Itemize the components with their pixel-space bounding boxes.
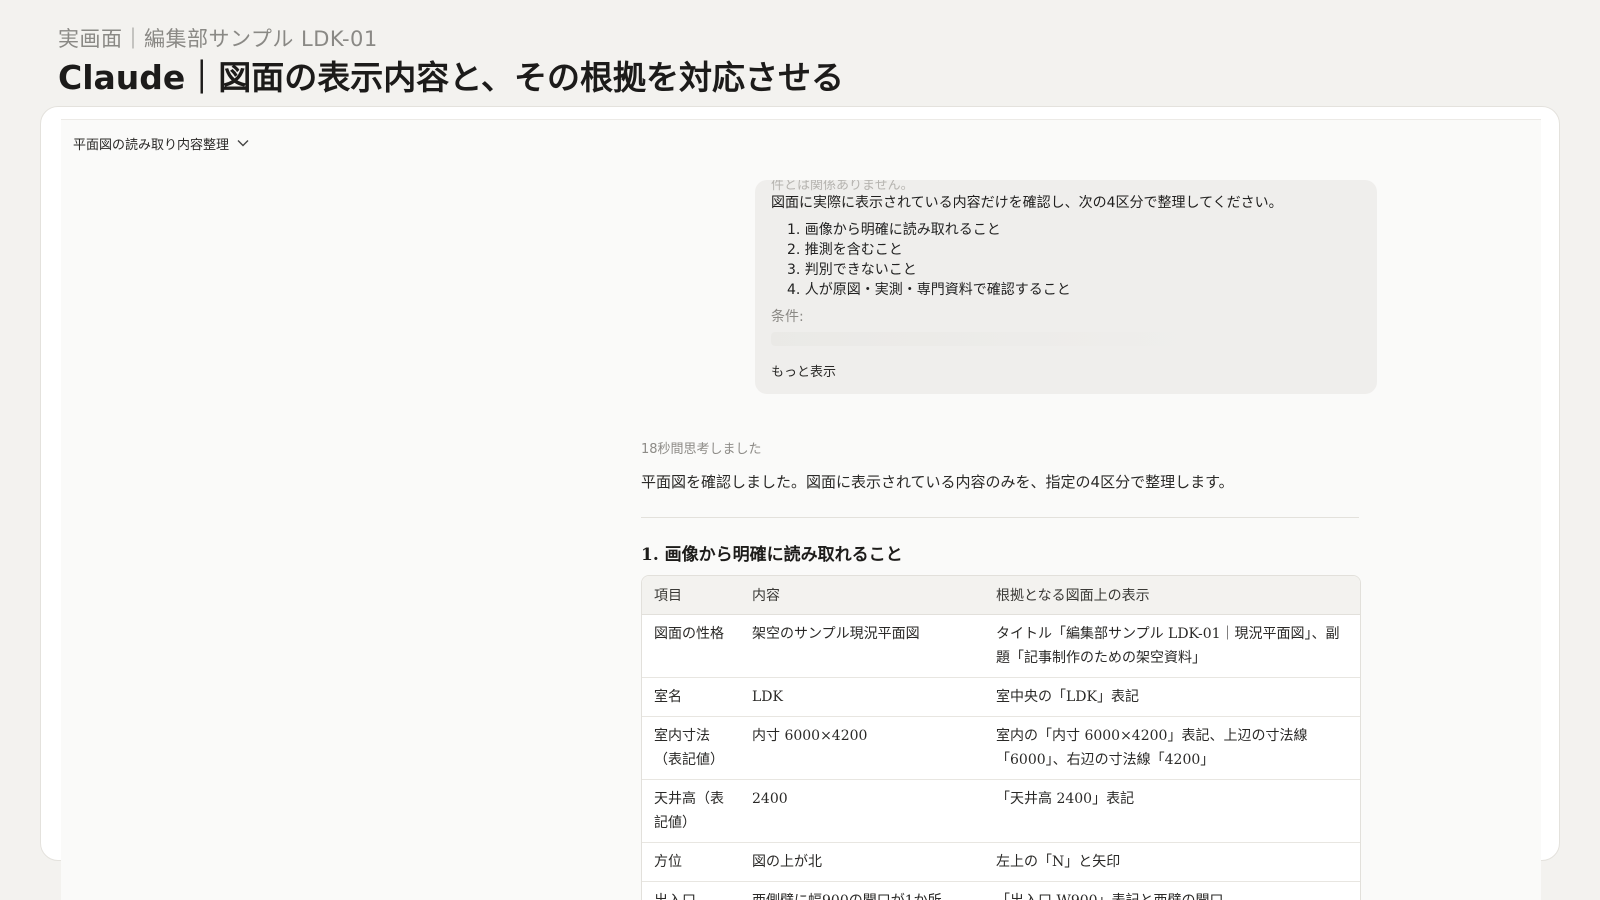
- conditions-label: 条件:: [771, 309, 804, 325]
- section-heading: 1. 画像から明確に読み取れること: [641, 545, 903, 565]
- table-cell: 図面の性格: [642, 614, 740, 678]
- table-cell: タイトル「編集部サンプル LDK-01｜現況平面図」、副題「記事制作のための架空…: [984, 614, 1360, 678]
- conversation-title: 平面図の読み取り内容整理: [73, 138, 230, 153]
- thinking-summary[interactable]: 18秒間思考しました: [641, 438, 1361, 457]
- table-cell: 内寸 6000×4200: [740, 716, 984, 780]
- user-message-text: 図面に実際に表示されている内容だけを確認し、次の4区分で整理してください。: [771, 195, 1283, 211]
- table-cell: 左上の「N」と矢印: [984, 842, 1360, 882]
- column-header: 内容: [740, 576, 984, 615]
- column-header: 根拠となる図面上の表示: [984, 576, 1360, 615]
- findings-table: 項目 内容 根拠となる図面上の表示 図面の性格 架空のサンプル現況平面図 タイト…: [641, 575, 1361, 900]
- list-item: 1. 画像から明確に読み取れること: [787, 222, 1001, 238]
- user-message-bubble: 件とは関係ありません。 図面に実際に表示されている内容だけを確認し、次の4区分で…: [755, 180, 1377, 394]
- response-intro: 平面図を確認しました。図面に表示されている内容のみを、指定の4区分で整理します。: [641, 473, 1234, 491]
- app-window: 平面図の読み取り内容整理 件とは関係ありません。 図面に実際に表示されている内容…: [40, 106, 1560, 900]
- table-cell: 天井高（表記値）: [642, 779, 740, 843]
- table-cell: 出入口: [642, 881, 740, 900]
- table-row: 室名 LDK 室中央の「LDK」表記: [642, 677, 1360, 717]
- faded-text-line: [771, 332, 1201, 346]
- conversation-title-dropdown[interactable]: 平面図の読み取り内容整理: [73, 134, 249, 153]
- page-title: Claude｜図面の表示内容と、その根拠を対応させる: [58, 58, 844, 97]
- table-cell: 方位: [642, 842, 740, 882]
- table-cell: 室名: [642, 677, 740, 717]
- assistant-response: 18秒間思考しました 平面図を確認しました。図面に表示されている内容のみを、指定…: [641, 438, 1361, 900]
- chevron-down-icon: [237, 137, 249, 150]
- table-cell: 「天井高 2400」表記: [984, 779, 1360, 843]
- table-cell: 室内寸法（表記値）: [642, 716, 740, 780]
- show-more-button[interactable]: もっと表示: [771, 361, 836, 380]
- table-cell: 図の上が北: [740, 842, 984, 882]
- table-cell: 2400: [740, 779, 984, 843]
- column-header: 項目: [642, 576, 740, 615]
- faded-text: 件とは関係ありません。: [771, 180, 914, 193]
- table-cell: 室内の「内寸 6000×4200」表記、上辺の寸法線「6000」、右辺の寸法線「…: [984, 716, 1360, 780]
- table-row: 出入口 西側壁に幅900の開口が1か所 「出入口 W900」表記と西壁の開口: [642, 881, 1360, 900]
- divider: [641, 517, 1359, 518]
- table-cell: 「出入口 W900」表記と西壁の開口: [984, 881, 1360, 900]
- table-row: 天井高（表記値） 2400 「天井高 2400」表記: [642, 779, 1360, 843]
- table-row: 方位 図の上が北 左上の「N」と矢印: [642, 842, 1360, 882]
- table-cell: 西側壁に幅900の開口が1か所: [740, 881, 984, 900]
- list-item: 4. 人が原図・実測・専門資料で確認すること: [787, 282, 1071, 298]
- chat-panel: 平面図の読み取り内容整理 件とは関係ありません。 図面に実際に表示されている内容…: [61, 119, 1541, 900]
- list-item: 2. 推測を含むこと: [787, 242, 903, 258]
- table-cell: 架空のサンプル現況平面図: [740, 614, 984, 678]
- table-header-row: 項目 内容 根拠となる図面上の表示: [642, 576, 1360, 615]
- table-row: 図面の性格 架空のサンプル現況平面図 タイトル「編集部サンプル LDK-01｜現…: [642, 614, 1360, 678]
- category-list: 1. 画像から明確に読み取れること 2. 推測を含むこと 3. 判別できないこと…: [771, 220, 1361, 300]
- table-cell: LDK: [740, 677, 984, 717]
- page-subtitle: 実画面｜編集部サンプル LDK-01: [58, 27, 378, 51]
- list-item: 3. 判別できないこと: [787, 262, 917, 278]
- table-row: 室内寸法（表記値） 内寸 6000×4200 室内の「内寸 6000×4200」…: [642, 716, 1360, 780]
- table-cell: 室中央の「LDK」表記: [984, 677, 1360, 717]
- page-header: 実画面｜編集部サンプル LDK-01 Claude｜図面の表示内容と、その根拠を…: [58, 24, 844, 100]
